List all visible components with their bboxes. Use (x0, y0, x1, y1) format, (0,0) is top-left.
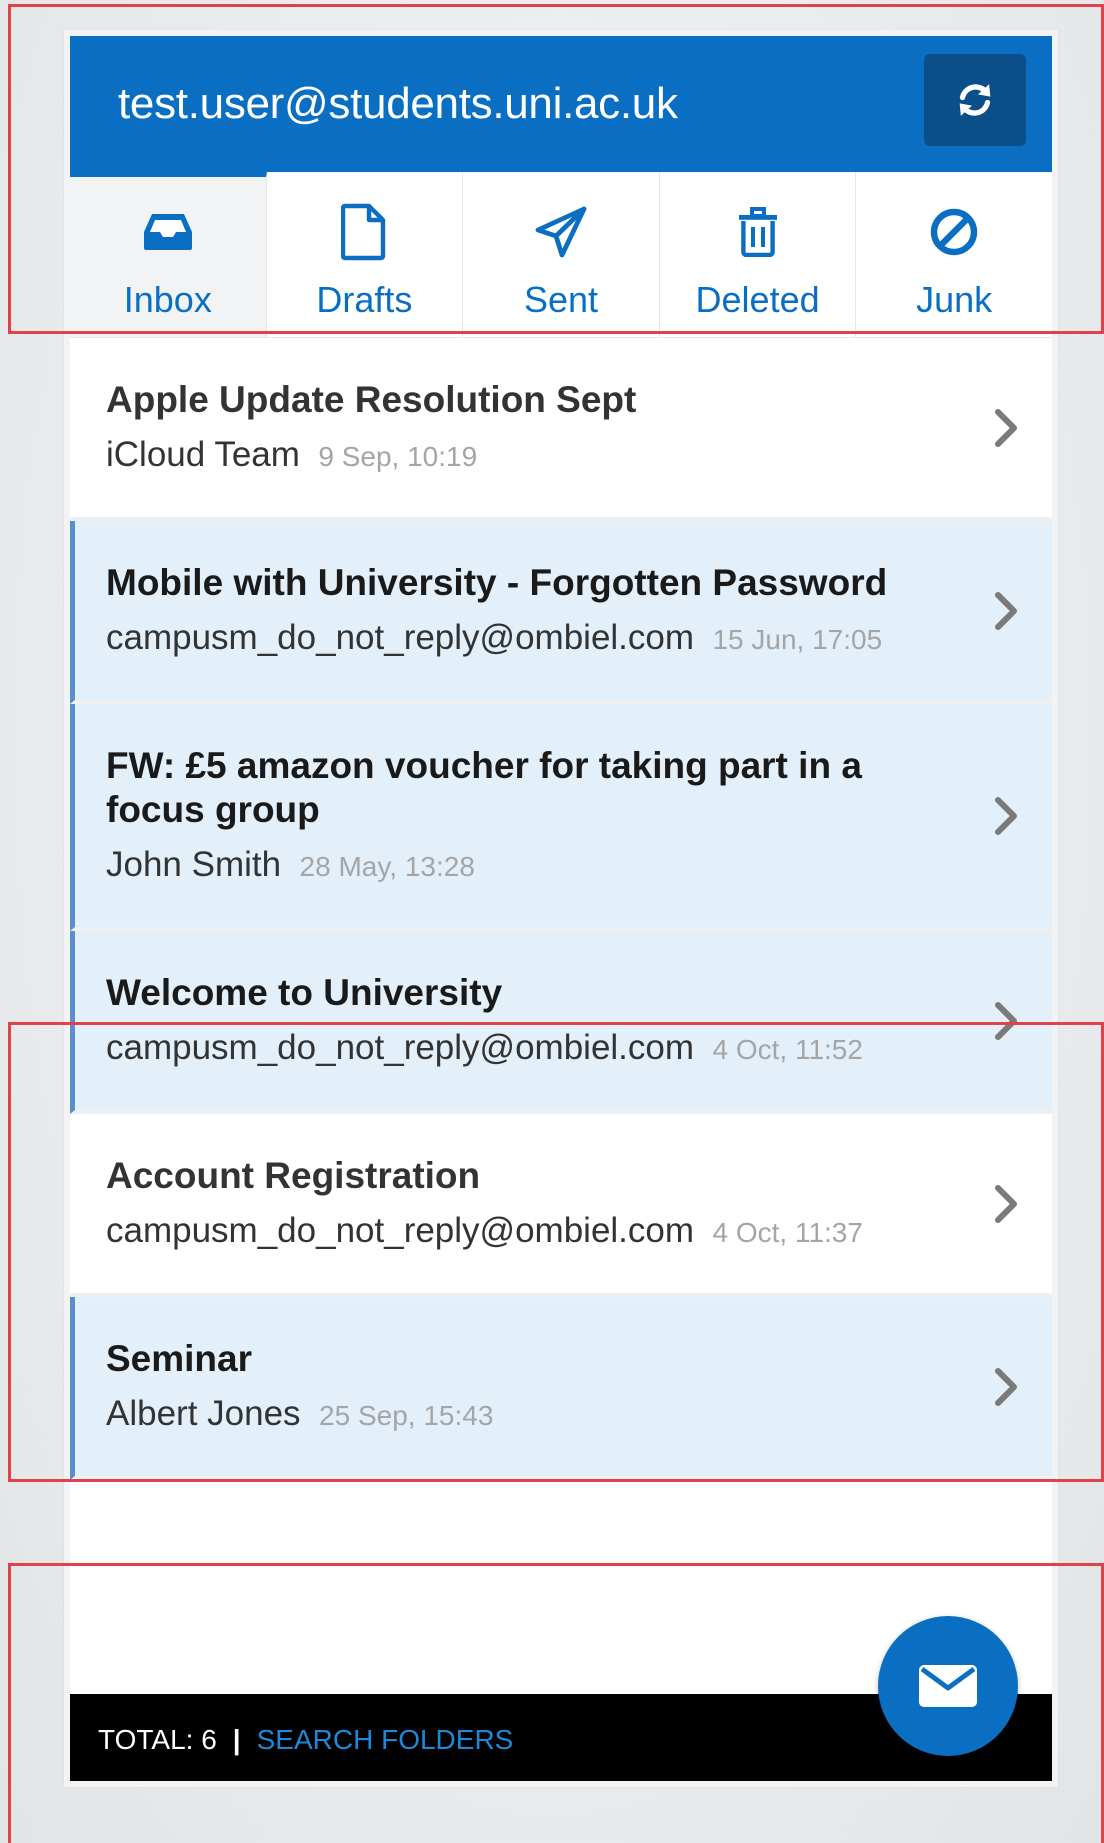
message-date: 9 Sep, 10:19 (318, 441, 478, 472)
chevron-right-icon (995, 1001, 1017, 1040)
message-list: Apple Update Resolution Sept iCloud Team… (70, 338, 1052, 1480)
message-date: 28 May, 13:28 (299, 851, 475, 882)
paper-plane-icon (535, 206, 587, 258)
message-subject: Account Registration (106, 1155, 481, 1196)
message-item[interactable]: Account Registration campusm_do_not_repl… (70, 1114, 1052, 1297)
message-item[interactable]: Welcome to University campusm_do_not_rep… (70, 931, 1052, 1114)
message-item[interactable]: Mobile with University - Forgotten Passw… (70, 521, 1052, 704)
footer-separator: | (232, 1724, 241, 1755)
chevron-right-icon (995, 796, 1017, 835)
message-item[interactable]: Apple Update Resolution Sept iCloud Team… (70, 338, 1052, 521)
chevron-right-icon (995, 1184, 1017, 1223)
app-header: test.user@students.uni.ac.uk (70, 36, 1052, 172)
message-sender: campusm_do_not_reply@ombiel.com (106, 1028, 695, 1067)
tab-deleted[interactable]: Deleted (659, 172, 857, 337)
message-sender: campusm_do_not_reply@ombiel.com (106, 618, 695, 657)
message-subject: Seminar (106, 1338, 253, 1379)
message-sender: iCloud Team (106, 435, 300, 474)
chevron-right-icon (995, 1367, 1017, 1406)
message-date: 15 Jun, 17:05 (712, 624, 883, 655)
tab-junk-label: Junk (916, 279, 993, 320)
draft-document-icon (341, 203, 386, 261)
tab-sent[interactable]: Sent (463, 172, 660, 337)
message-date: 25 Sep, 15:43 (319, 1400, 494, 1431)
account-email: test.user@students.uni.ac.uk (118, 79, 678, 128)
message-sender: campusm_do_not_reply@ombiel.com (106, 1211, 695, 1250)
tab-drafts-label: Drafts (316, 279, 413, 320)
message-item[interactable]: FW: £5 amazon voucher for taking part in… (70, 704, 1052, 931)
tab-inbox[interactable]: Inbox (70, 172, 267, 337)
tab-drafts[interactable]: Drafts (266, 172, 464, 337)
chevron-right-icon (995, 408, 1017, 447)
message-subject: Mobile with University - Forgotten Passw… (106, 562, 888, 603)
compose-button[interactable] (878, 1616, 1018, 1756)
message-date: 4 Oct, 11:37 (712, 1217, 863, 1248)
trash-icon (738, 207, 777, 257)
envelope-icon (919, 1665, 977, 1707)
tab-deleted-label: Deleted (695, 279, 820, 320)
message-subject: Apple Update Resolution Sept (106, 379, 637, 420)
folder-tabs: Inbox Drafts Sent Deleted Junk (70, 172, 1052, 338)
message-subject: Welcome to University (106, 972, 503, 1013)
inbox-icon (143, 214, 192, 250)
total-count: TOTAL: 6 (98, 1724, 217, 1755)
tab-junk[interactable]: Junk (856, 172, 1052, 337)
message-subject: FW: £5 amazon voucher for taking part in… (106, 745, 862, 830)
chevron-right-icon (995, 591, 1017, 630)
mail-app: test.user@students.uni.ac.uk Inbox Draft… (64, 30, 1058, 1787)
message-sender: John Smith (106, 845, 282, 884)
search-folders-link[interactable]: SEARCH FOLDERS (257, 1724, 514, 1756)
tab-inbox-label: Inbox (123, 279, 212, 320)
ban-icon (930, 208, 978, 256)
message-sender: Albert Jones (106, 1394, 301, 1433)
message-item[interactable]: Seminar Albert Jones 25 Sep, 15:43 (70, 1297, 1052, 1480)
refresh-icon (959, 84, 991, 116)
refresh-button[interactable] (924, 54, 1026, 146)
tab-sent-label: Sent (523, 279, 599, 320)
message-date: 4 Oct, 11:52 (712, 1034, 863, 1065)
